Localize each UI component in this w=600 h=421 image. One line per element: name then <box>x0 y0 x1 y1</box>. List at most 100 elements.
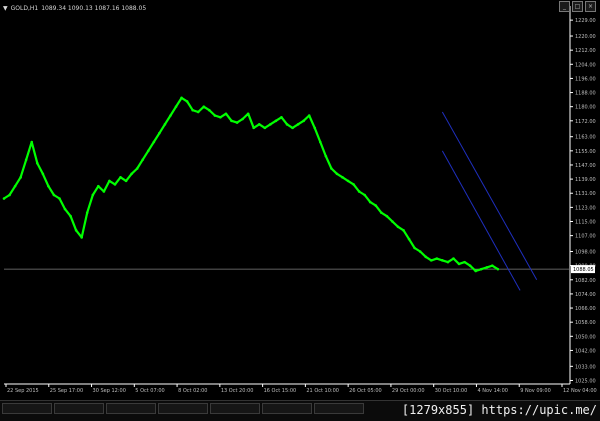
price-point <box>113 183 117 186</box>
x-tick-label: 9 Nov 09:00 <box>520 388 551 394</box>
x-tick-label: 12 Nov 04:00 <box>563 388 597 394</box>
y-tick-label: 1050.00 <box>575 334 596 340</box>
x-tick-label: 4 Nov 14:00 <box>477 388 508 394</box>
y-tick-label: 1107.00 <box>575 234 596 240</box>
y-tick-label: 1139.00 <box>575 177 596 183</box>
watermark-text: [1279x855] https://upic.me/ <box>401 403 597 417</box>
y-tick-label: 1042.00 <box>575 348 596 354</box>
price-point <box>80 236 83 239</box>
price-point <box>341 176 344 179</box>
price-point <box>252 126 256 130</box>
maximize-icon[interactable]: □ <box>572 1 583 12</box>
price-point <box>63 207 67 211</box>
x-tick-label: 13 Oct 20:00 <box>221 388 254 394</box>
price-point <box>269 123 272 126</box>
chart-tab[interactable] <box>262 403 312 414</box>
price-point <box>185 100 189 103</box>
dropdown-triangle-icon[interactable]: ▼ <box>3 5 8 12</box>
x-tick-label: 8 Oct 02:00 <box>178 388 207 394</box>
price-point <box>58 197 61 200</box>
price-point <box>357 190 361 193</box>
y-tick-label: 1147.00 <box>575 163 596 169</box>
y-tick-label: 1131.00 <box>575 191 596 197</box>
y-tick-label: 1220.00 <box>575 34 596 40</box>
price-point <box>374 204 378 207</box>
chart-tab[interactable] <box>2 403 52 414</box>
price-point <box>407 237 411 241</box>
x-tick-label: 21 Oct 10:00 <box>306 388 339 394</box>
price-point <box>158 131 161 135</box>
price-point <box>24 158 28 161</box>
x-tick-label: 25 Sep 17:00 <box>50 388 83 394</box>
price-point <box>457 262 461 266</box>
price-point <box>191 108 194 112</box>
chart-tab[interactable] <box>106 403 156 414</box>
y-tick-label: 1180.00 <box>575 105 596 111</box>
price-point <box>85 211 89 214</box>
price-point <box>180 96 183 100</box>
y-tick-label: 1058.00 <box>575 320 596 326</box>
ohlc-values: 1089.34 1090.13 1087.16 1088.05 <box>41 4 147 12</box>
price-chart[interactable]: 1229.00 1220.00 1212.00 1204.00 1196.00 1188.… <box>0 0 600 400</box>
price-point <box>479 267 483 271</box>
chart-tab[interactable] <box>314 403 364 414</box>
price-point <box>346 179 350 183</box>
chart-tab[interactable] <box>210 403 260 414</box>
close-icon[interactable]: × <box>585 1 596 12</box>
price-point <box>13 184 17 188</box>
price-point <box>91 193 95 197</box>
y-tick-label: 1066.00 <box>575 306 596 312</box>
price-point <box>296 123 300 126</box>
price-point <box>196 110 200 114</box>
price-point <box>52 193 56 197</box>
price-point <box>485 266 489 269</box>
price-point <box>241 117 244 121</box>
price-point <box>280 115 283 119</box>
x-tick-label: 30 Oct 10:00 <box>435 388 468 394</box>
price-point <box>474 269 477 273</box>
price-point <box>418 250 422 253</box>
price-point <box>496 267 500 271</box>
y-tick-label: 1196.00 <box>575 76 596 82</box>
price-point <box>402 229 405 232</box>
price-point <box>119 176 122 179</box>
price-point <box>452 257 455 260</box>
y-tick-label: 1098.00 <box>575 250 596 256</box>
chart-tab[interactable] <box>54 403 104 414</box>
price-point <box>318 140 322 144</box>
minimize-icon[interactable]: _ <box>559 1 570 12</box>
price-point <box>368 200 372 204</box>
price-point <box>174 105 178 108</box>
price-point <box>230 119 233 123</box>
price-point <box>429 259 433 262</box>
symbol-timeframe: GOLD,H1 <box>10 4 39 12</box>
price-point <box>141 158 145 161</box>
price-point <box>441 259 444 262</box>
x-tick-label: 29 Oct 00:00 <box>392 388 425 394</box>
chart-window[interactable]: 1229.00 1220.00 1212.00 1204.00 1196.00 1188.… <box>0 0 600 420</box>
price-point <box>30 140 34 144</box>
trendline <box>441 111 538 281</box>
price-point <box>169 114 172 117</box>
price-point <box>130 172 133 176</box>
price-point <box>35 161 39 165</box>
chart-tab[interactable] <box>158 403 208 414</box>
price-point <box>74 229 78 232</box>
price-point <box>491 264 494 267</box>
price-point <box>463 260 466 264</box>
y-tick-label: 1082.00 <box>575 278 596 284</box>
y-tick-label: 1229.00 <box>575 18 596 24</box>
price-point <box>396 225 400 229</box>
y-tick-label: 1204.00 <box>575 62 596 68</box>
price-point <box>313 126 317 130</box>
price-point <box>424 255 428 259</box>
price-point <box>335 172 339 176</box>
price-point <box>235 121 239 124</box>
price-point <box>219 115 222 119</box>
y-tick-label: 1115.00 <box>575 219 596 225</box>
price-point <box>152 140 156 144</box>
price-point <box>435 257 439 260</box>
price-point <box>380 211 383 214</box>
price-point <box>274 119 278 123</box>
price-point <box>291 126 294 130</box>
